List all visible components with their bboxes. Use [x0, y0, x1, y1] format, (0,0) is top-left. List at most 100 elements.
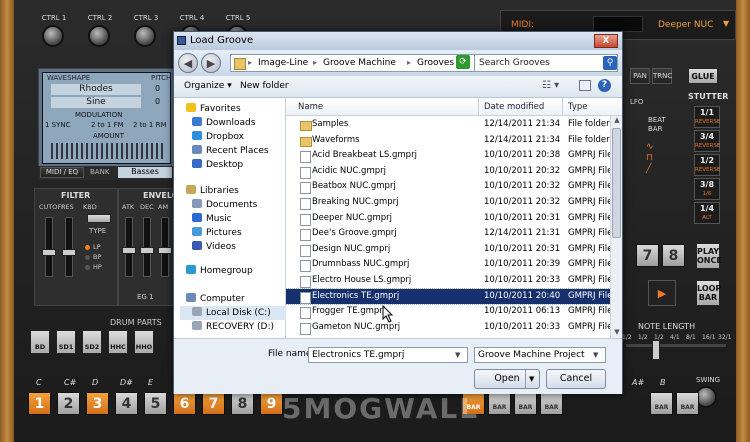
tree-item[interactable]: Videos — [192, 240, 236, 254]
tree-item[interactable]: Local Disk (C:) — [180, 306, 292, 320]
bar-label[interactable]: BAR — [648, 125, 662, 133]
fader-cap[interactable] — [42, 249, 56, 256]
tree-item[interactable]: Libraries — [186, 184, 239, 198]
tree-item[interactable]: Documents — [192, 198, 257, 212]
pad-key[interactable]: 7 — [636, 244, 659, 267]
open-button[interactable]: Open ▼ — [474, 369, 540, 389]
filter-type-led[interactable] — [85, 255, 90, 260]
trnc-button[interactable]: TRNC — [652, 68, 672, 84]
type-column-header[interactable]: Type — [568, 102, 588, 112]
fader-cap[interactable] — [122, 247, 136, 254]
tree-item[interactable]: Computer — [186, 292, 245, 306]
file-row[interactable]: Acidic NUC.gmprj 10/10/2011 20:32 GMPRJ Fi… — [286, 164, 616, 180]
midi-channel-box[interactable] — [593, 16, 643, 32]
breadcrumb-grooves[interactable]: Grooves — [417, 58, 454, 68]
stutter-button[interactable]: 1/4 ALT — [694, 202, 720, 224]
bar-key[interactable]: BAR — [650, 392, 673, 415]
file-row[interactable]: Beatbox NUC.gmprj 10/10/2011 20:32 GMPRJ F… — [286, 179, 616, 195]
filter-type-led[interactable] — [85, 265, 90, 270]
wave1-select[interactable]: Rhodes — [51, 84, 141, 95]
filename-input[interactable]: Electronics TE.gmprj ▼ — [308, 347, 468, 363]
ctrl-knob-2[interactable] — [88, 25, 110, 47]
filter-type-led[interactable] — [85, 245, 90, 250]
bar-key[interactable]: BAR — [540, 392, 563, 415]
midi-eq-button[interactable]: MIDI / EQ — [40, 167, 84, 178]
file-row[interactable]: Gameton NUC.gmprj 10/10/2011 20:33 GMPRJ F… — [286, 320, 616, 336]
stutter-button[interactable]: 1/1 REVERSE — [694, 106, 720, 128]
cancel-button[interactable]: Cancel — [546, 369, 606, 389]
column-divider[interactable] — [562, 98, 563, 116]
column-divider[interactable] — [478, 98, 479, 116]
wave2-select[interactable]: Sine — [51, 97, 141, 108]
file-row[interactable]: Frogger TE.gmprj 10/10/2011 06:13 GMPRJ Fi… — [286, 304, 616, 320]
tree-item[interactable]: Dropbox — [192, 130, 244, 144]
preset-dropdown-icon[interactable]: ▼ — [723, 19, 729, 28]
file-row[interactable]: Drumnbass NUC.gmprj 10/10/2011 20:39 GMPRJ… — [286, 257, 616, 273]
step-key-6[interactable]: 6 — [173, 392, 196, 415]
search-icon[interactable]: ⚲ — [603, 56, 617, 70]
breadcrumb-image-line[interactable]: Image-Line — [258, 58, 308, 68]
lfo-waveforms-icon[interactable]: ∿ ⊓ ╱ — [646, 142, 662, 182]
name-column-header[interactable]: Name — [298, 102, 323, 112]
step-key-7[interactable]: 7 — [202, 392, 225, 415]
tree-item[interactable]: Recent Places — [192, 144, 269, 158]
drum-part-hho[interactable]: HHO — [134, 330, 154, 354]
back-icon[interactable]: ◀ — [178, 53, 198, 73]
tree-item[interactable]: Downloads — [192, 116, 255, 130]
pan-button[interactable]: PAN — [630, 68, 650, 84]
refresh-icon[interactable]: ⟳ — [456, 55, 470, 69]
step-key-3[interactable]: 3 — [86, 392, 109, 415]
search-input[interactable]: Search Grooves ⚲ — [474, 54, 618, 72]
file-row[interactable]: Electro House LS.gmprj 10/10/2011 20:33 GM… — [286, 273, 616, 289]
bank-select[interactable]: Basses — [118, 167, 172, 178]
filetype-dropdown-icon[interactable]: ▼ — [593, 348, 598, 363]
bar-key[interactable]: BAR — [676, 392, 699, 415]
tree-item[interactable]: Homegroup — [186, 264, 253, 278]
filename-dropdown-icon[interactable]: ▼ — [455, 348, 460, 363]
note-length-option[interactable]: 4/1 — [670, 334, 680, 341]
kbd-button[interactable] — [87, 214, 111, 223]
step-key-5[interactable]: 5 — [144, 392, 167, 415]
note-length-slider[interactable] — [626, 344, 726, 347]
breadcrumb-groove-machine[interactable]: Groove Machine — [323, 58, 396, 68]
vertical-scrollbar[interactable]: ▲ ▼ — [610, 116, 622, 338]
beat-label[interactable]: BEAT — [648, 116, 666, 124]
fader-cap[interactable] — [158, 247, 172, 254]
note-length-option[interactable]: 8/1 — [686, 334, 696, 341]
file-row[interactable]: Acid Breakbeat LS.gmprj 10/10/2011 20:38 G… — [286, 148, 616, 164]
bar-key[interactable]: BAR — [514, 392, 537, 415]
step-key-1[interactable]: 1 — [28, 392, 51, 415]
drum-part-sd2[interactable]: SD2 — [82, 330, 102, 354]
play-once-button[interactable]: PLAY ONCE — [696, 243, 722, 269]
loop-bar-button[interactable]: LOOP BAR — [696, 280, 721, 306]
scroll-up-icon[interactable]: ▲ — [612, 116, 622, 126]
open-dropdown-icon[interactable]: ▼ — [525, 370, 534, 388]
view-options-icon[interactable]: ☷ ▾ — [542, 80, 559, 91]
scrollbar-thumb[interactable] — [612, 128, 621, 238]
tree-item[interactable]: Music — [192, 212, 232, 226]
amount-slider[interactable] — [51, 143, 163, 159]
scroll-down-icon[interactable]: ▼ — [612, 328, 622, 338]
note-length-option[interactable]: 32/1 — [718, 334, 731, 341]
file-row[interactable]: Design NUC.gmprj 10/10/2011 20:31 GMPRJ Fi… — [286, 242, 616, 258]
file-row[interactable]: Dee's Groove.gmprj 12/14/2011 21:31 GMPRJ … — [286, 226, 616, 242]
note-length-option[interactable]: 1/2 — [622, 334, 632, 341]
file-row[interactable]: Electronics TE.gmprj 10/10/2011 20:40 GMPR… — [286, 287, 617, 306]
tree-item[interactable]: Desktop — [192, 158, 243, 172]
mod-fm[interactable]: 2 to 1 FM — [91, 121, 124, 129]
help-icon[interactable]: ? — [598, 79, 611, 92]
forward-icon[interactable]: ▶ — [201, 53, 221, 73]
organize-button[interactable]: Organize ▾ — [184, 81, 232, 91]
tree-item[interactable]: Favorites — [186, 102, 241, 116]
note-length-handle[interactable] — [652, 340, 660, 360]
step-key-9[interactable]: 9 — [260, 392, 283, 415]
filetype-select[interactable]: Groove Machine Project ▼ — [474, 347, 606, 363]
ctrl-knob-1[interactable] — [42, 25, 64, 47]
mod-sync[interactable]: 1 SYNC — [45, 121, 71, 129]
drum-part-hhc[interactable]: HHC — [108, 330, 128, 354]
filter-fader[interactable] — [65, 217, 73, 277]
play-icon[interactable]: ▶ — [648, 280, 676, 306]
file-row[interactable]: Deeper NUC.gmprj 10/10/2011 20:31 GMPRJ Fi… — [286, 211, 616, 227]
step-key-8[interactable]: 8 — [231, 392, 254, 415]
stutter-button[interactable]: 3/4 REVERSE — [694, 130, 720, 152]
